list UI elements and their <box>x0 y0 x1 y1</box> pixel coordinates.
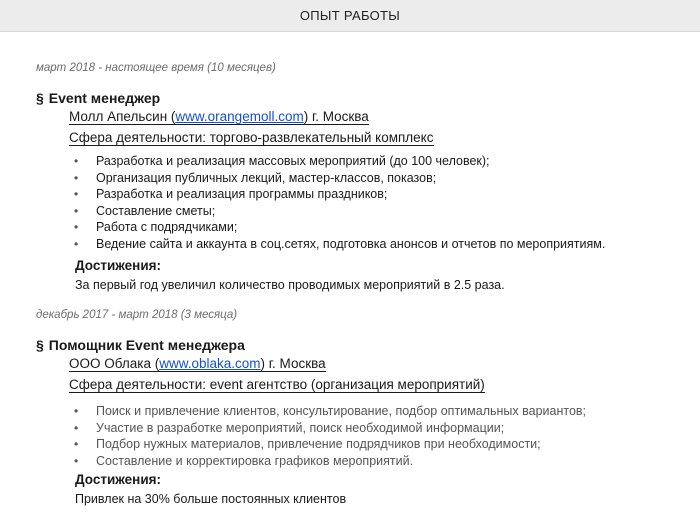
bullet-icon: • <box>74 404 79 418</box>
industry-line: Сфера деятельности: торгово-развлекатель… <box>69 130 434 146</box>
bullet-icon: • <box>74 437 79 451</box>
job-title: § Помощник Event менеджера <box>36 337 245 353</box>
industry-text: Сфера деятельности: торгово-развлекатель… <box>69 130 434 146</box>
job-title-text: Помощник Event менеджера <box>48 337 245 353</box>
bullet-icon: • <box>74 236 79 251</box>
company-city: ) г. Москва <box>260 356 326 371</box>
section-header: ОПЫТ РАБОТЫ <box>0 0 700 32</box>
company-name: ООО Облака ( <box>69 356 160 371</box>
list-item: • Составление сметы; <box>74 203 216 218</box>
list-item: • Работа с подрядчиками; <box>74 220 238 234</box>
list-item: • Ведение сайта и аккаунта в соц.сетях, п… <box>74 236 606 251</box>
achievements-text: За первый год увеличил количество провод… <box>75 278 505 292</box>
section-title: ОПЫТ РАБОТЫ <box>299 8 401 23</box>
list-item: • Разработка и реализация массовых меропр… <box>74 154 490 168</box>
achievements-label: Достижения: <box>75 472 161 487</box>
bullet-icon: • <box>74 220 79 234</box>
company-name: Молл Апельсин ( <box>69 109 176 124</box>
company-line: Молл Апельсин (www.orangemoll.com) г. Мо… <box>69 109 369 125</box>
list-item: • Разработка и реализация программы празд… <box>74 187 388 201</box>
section-marker: § <box>36 337 44 353</box>
list-item: • Составление и корректировка графиков ме… <box>74 453 414 468</box>
bullet-icon: • <box>74 453 79 468</box>
job-title-text: Event менеджер <box>48 90 161 106</box>
list-item: • Подбор нужных материалов, привлечение п… <box>74 437 541 451</box>
company-underline: ООО Облака (www.oblaka.com) г. Москва <box>69 356 326 372</box>
bullet-icon: • <box>74 420 79 435</box>
industry-text: Сфера деятельности: event агентство (орг… <box>69 377 485 393</box>
bullet-icon: • <box>74 203 79 218</box>
achievements-text: Привлек на 30% больше постоянных клиенто… <box>75 492 347 506</box>
company-underline: Молл Апельсин (www.orangemoll.com) г. Мо… <box>69 109 369 125</box>
company-city: ) г. Москва <box>303 109 369 124</box>
duties-list: • Поиск и привлечение клиентов, консульти… <box>74 403 586 469</box>
section-marker: § <box>36 90 44 106</box>
job-period: март 2018 - настоящее время (10 месяцев) <box>36 62 276 74</box>
company-website-link[interactable]: www.oblaka.com <box>159 356 260 371</box>
bullet-icon: • <box>74 187 79 201</box>
industry-line: Сфера деятельности: event агентство (орг… <box>69 377 485 393</box>
job-period: декабрь 2017 - март 2018 (3 месяца) <box>36 309 238 321</box>
company-line: ООО Облака (www.oblaka.com) г. Москва <box>69 356 326 372</box>
duties-list: • Разработка и реализация массовых меропр… <box>74 153 605 252</box>
job-title: § Event менеджер <box>36 90 160 106</box>
bullet-icon: • <box>74 154 79 168</box>
list-item: • Участие в разработке мероприятий, поиск… <box>74 420 505 435</box>
list-item: • Организация публичных лекций, мастер-кл… <box>74 170 437 185</box>
achievements-label: Достижения: <box>75 258 161 273</box>
company-website-link[interactable]: www.orangemoll.com <box>175 109 303 124</box>
list-item: • Поиск и привлечение клиентов, консульти… <box>74 404 587 418</box>
bullet-icon: • <box>74 170 79 185</box>
